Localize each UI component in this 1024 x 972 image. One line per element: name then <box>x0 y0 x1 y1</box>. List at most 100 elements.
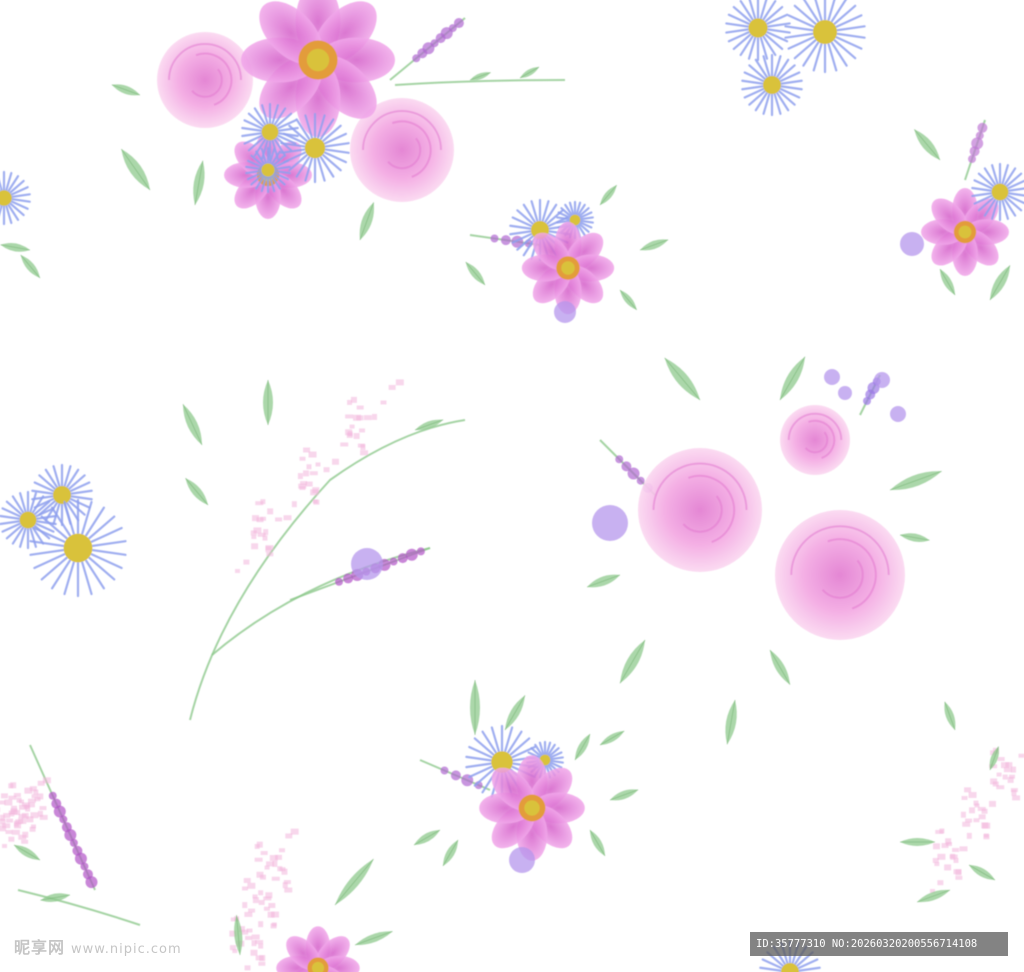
blossom-speck <box>258 899 265 905</box>
lavender-bud <box>453 18 464 29</box>
leaf-vein <box>599 184 618 206</box>
leaf-icon <box>504 695 526 731</box>
cosmos-center <box>306 48 330 72</box>
leaf-icon <box>413 829 441 846</box>
blossom-speck <box>13 793 21 798</box>
blossom-speck <box>974 803 980 808</box>
blossom-speck <box>315 462 321 467</box>
blossom-speck <box>37 810 43 817</box>
blossom-speck <box>251 940 257 947</box>
blossom-speck <box>932 857 939 863</box>
blossom-speck <box>250 949 258 956</box>
blossom-speck <box>4 799 13 806</box>
lavender-bud <box>48 791 57 800</box>
cosmos-flower-icon <box>276 926 360 972</box>
blossom-speck <box>11 829 20 835</box>
blossom-speck <box>968 791 977 798</box>
blossom-speck <box>955 875 963 880</box>
berry <box>890 406 906 422</box>
blossom-speck <box>944 864 952 871</box>
blossom-speck <box>945 838 952 845</box>
blossom-speck <box>332 458 340 465</box>
lavender-bud <box>405 548 418 561</box>
blossom-speck <box>360 450 369 456</box>
flower-motifs <box>0 0 1024 972</box>
leaf-icon <box>725 699 737 745</box>
blossom-speck <box>235 569 240 573</box>
watermark-site-text: www.nipic.com <box>71 942 182 957</box>
daisy-icon <box>725 0 791 62</box>
leaf-icon <box>120 148 151 191</box>
daisy-center <box>53 486 71 504</box>
blossom-speck <box>244 911 253 917</box>
blossom-speck <box>0 793 8 799</box>
blossom-speck <box>229 945 236 951</box>
leaf-vein <box>442 839 459 867</box>
berry <box>838 386 852 400</box>
leaf-icon <box>889 470 942 491</box>
berry <box>874 372 890 388</box>
daisy-center <box>781 963 799 972</box>
blossom-speck <box>275 517 283 522</box>
blossom-speck <box>962 821 971 827</box>
blossom-speck <box>1011 766 1017 773</box>
blossom-speck <box>258 890 264 896</box>
blossom-speck <box>2 823 11 829</box>
daisy-icon <box>0 490 57 550</box>
blossom-speck <box>267 508 274 515</box>
leaf-vein <box>664 357 701 401</box>
berry <box>824 369 840 385</box>
blossom-speck <box>299 456 306 461</box>
blossom-speck <box>260 499 266 505</box>
leaf-vein <box>913 129 941 161</box>
blossom-speck <box>21 839 29 844</box>
leaf-icon <box>263 380 273 425</box>
blossom-speck <box>1018 753 1024 758</box>
blossom-speck <box>959 846 968 852</box>
leaf-vein <box>413 829 441 846</box>
stem <box>17 889 141 926</box>
leaf-icon <box>586 574 621 588</box>
rose-petals <box>780 405 850 475</box>
leaf-icon <box>589 829 606 857</box>
blossom-speck <box>270 923 277 929</box>
blossom-speck <box>269 854 278 861</box>
leaf-icon <box>599 184 618 206</box>
leaf-icon <box>111 84 141 96</box>
leaf-vein <box>889 470 942 491</box>
leaf-icon <box>609 789 639 801</box>
floral-pattern-canvas <box>0 0 1024 972</box>
leaf-icon <box>465 261 486 286</box>
blossom-speck <box>25 805 31 812</box>
blossom-speck <box>1002 774 1008 780</box>
blossom-speck <box>996 772 1002 777</box>
lavender-bud <box>416 547 425 556</box>
leaf-icon <box>193 160 205 206</box>
blossom-speck <box>388 384 396 390</box>
leaf-icon <box>0 243 31 252</box>
blossom-speck <box>966 832 972 839</box>
blossom-speck <box>1011 789 1017 796</box>
blossom-speck <box>352 414 361 421</box>
blossom-speck <box>263 529 269 536</box>
lavender-bud <box>335 577 343 586</box>
blossom-speck <box>42 777 51 784</box>
lavender-bud <box>69 838 78 847</box>
lavender-bud <box>490 234 499 243</box>
berry <box>592 505 628 541</box>
blossom-speck <box>21 812 29 819</box>
daisy-icon <box>784 0 866 74</box>
leaf-icon <box>779 356 806 401</box>
cosmos-flower-icon <box>921 188 1009 276</box>
leaf-icon <box>900 838 935 846</box>
blossom-speck <box>1012 795 1021 801</box>
cosmos-center <box>958 225 972 239</box>
blossom-speck <box>360 444 366 451</box>
blossom-speck <box>960 811 966 818</box>
blossom-speck <box>313 499 320 505</box>
rose-icon <box>638 448 762 572</box>
daisy-center <box>763 76 781 94</box>
blossom-speck <box>31 794 38 799</box>
lavender-bud <box>389 557 398 566</box>
blossom-speck <box>353 432 360 439</box>
